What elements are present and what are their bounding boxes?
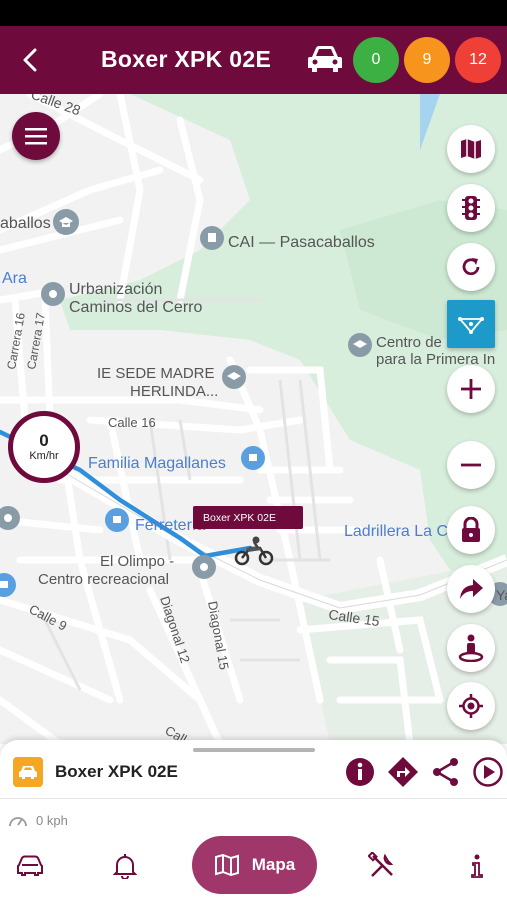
counter-online[interactable]: 0 bbox=[353, 37, 399, 83]
refresh-button[interactable] bbox=[447, 243, 495, 291]
nav-vehicles[interactable] bbox=[12, 848, 48, 884]
tools-icon bbox=[368, 852, 394, 877]
map-icon bbox=[461, 139, 481, 159]
traffic-button[interactable] bbox=[447, 184, 495, 232]
svg-text:Centro recreacional: Centro recreacional bbox=[38, 571, 169, 588]
svg-text:Diagonal 15: Diagonal 15 bbox=[205, 600, 232, 671]
bell-icon bbox=[113, 854, 137, 879]
lock-icon bbox=[462, 517, 480, 542]
info-button[interactable] bbox=[343, 755, 377, 789]
svg-text:IE SEDE MADRE: IE SEDE MADRE bbox=[97, 365, 215, 382]
zoom-in-button[interactable] bbox=[447, 365, 495, 413]
map-canvas: Calle 28 aballos CAI — Pasacaballos Ara … bbox=[0, 94, 507, 744]
menu-button[interactable] bbox=[12, 112, 60, 160]
vehicle-map-label[interactable]: Boxer XPK 02E bbox=[193, 506, 303, 529]
refresh-icon bbox=[462, 258, 480, 276]
share-route-button[interactable] bbox=[447, 565, 495, 613]
nav-map-label: Mapa bbox=[251, 855, 296, 874]
zoom-out-button[interactable] bbox=[447, 441, 495, 489]
speed-gauge: 0 Km/hr bbox=[8, 411, 80, 483]
speedometer-icon bbox=[9, 817, 27, 827]
directions-icon bbox=[388, 757, 418, 787]
share-button[interactable] bbox=[429, 755, 463, 789]
counter-idle[interactable]: 9 bbox=[404, 37, 450, 83]
nav-tools[interactable] bbox=[364, 848, 400, 884]
play-icon bbox=[473, 757, 503, 787]
nav-map[interactable]: Mapa bbox=[192, 836, 317, 894]
info-icon bbox=[346, 758, 374, 786]
street-view-icon bbox=[458, 634, 484, 662]
svg-text:El Olimpo -: El Olimpo - bbox=[100, 553, 174, 570]
svg-text:Caminos del Cerro: Caminos del Cerro bbox=[69, 299, 202, 316]
lock-button[interactable] bbox=[447, 506, 495, 554]
street-view-button[interactable] bbox=[447, 624, 495, 672]
chevron-left-icon bbox=[23, 48, 37, 72]
vehicle-name: Boxer XPK 02E bbox=[55, 762, 178, 781]
svg-text:Ladrillera La C: Ladrillera La C bbox=[344, 523, 448, 540]
app-bar: Boxer XPK 02E 0 9 12 bbox=[0, 26, 507, 94]
traffic-light-icon bbox=[462, 196, 480, 220]
forward-arrow-icon bbox=[460, 579, 483, 599]
info-i-icon bbox=[471, 854, 483, 878]
share-icon bbox=[433, 758, 458, 786]
svg-text:Diagonal 12: Diagonal 12 bbox=[157, 594, 193, 665]
car-outline-icon bbox=[17, 855, 43, 876]
bottom-nav: Mapa bbox=[0, 836, 507, 896]
svg-text:Familia Magallanes: Familia Magallanes bbox=[88, 455, 226, 472]
map-outline-icon bbox=[214, 853, 239, 877]
counter-offline[interactable]: 12 bbox=[455, 37, 501, 83]
nav-notifications[interactable] bbox=[107, 848, 143, 884]
svg-text:Ya: Ya bbox=[496, 587, 507, 603]
nav-info[interactable] bbox=[459, 848, 495, 884]
vehicle-icon bbox=[13, 757, 43, 787]
back-button[interactable] bbox=[12, 42, 48, 78]
sheet-handle[interactable] bbox=[193, 748, 315, 752]
svg-text:Calle 16: Calle 16 bbox=[108, 415, 156, 430]
hamburger-icon bbox=[25, 128, 47, 145]
map-layers-button[interactable] bbox=[447, 125, 495, 173]
status-bar bbox=[0, 0, 507, 26]
geofence-button[interactable] bbox=[447, 300, 495, 348]
car-icon bbox=[19, 766, 37, 779]
crosshair-icon bbox=[459, 694, 483, 718]
minus-icon bbox=[461, 463, 481, 467]
svg-text:HERLINDA...: HERLINDA... bbox=[130, 383, 218, 400]
play-button[interactable] bbox=[471, 755, 505, 789]
vehicle-bottom-sheet: Boxer XPK 02E 0 kph Mapa bbox=[0, 740, 507, 900]
svg-text:Ara: Ara bbox=[2, 270, 27, 287]
geofence-icon bbox=[458, 317, 484, 334]
svg-text:CAI — Pasacaballos: CAI — Pasacaballos bbox=[228, 234, 375, 251]
svg-text:aballos: aballos bbox=[0, 215, 51, 232]
directions-button[interactable] bbox=[386, 755, 420, 789]
current-speed: 0 kph bbox=[8, 812, 68, 828]
plus-icon bbox=[461, 379, 481, 399]
divider bbox=[0, 798, 507, 799]
map-view[interactable]: Calle 28 aballos CAI — Pasacaballos Ara … bbox=[0, 94, 507, 744]
svg-text:Centro de: Centro de bbox=[376, 334, 442, 351]
my-location-button[interactable] bbox=[447, 682, 495, 730]
page-title: Boxer XPK 02E bbox=[101, 46, 272, 72]
car-icon bbox=[306, 44, 344, 79]
svg-text:Urbanización: Urbanización bbox=[69, 281, 162, 298]
